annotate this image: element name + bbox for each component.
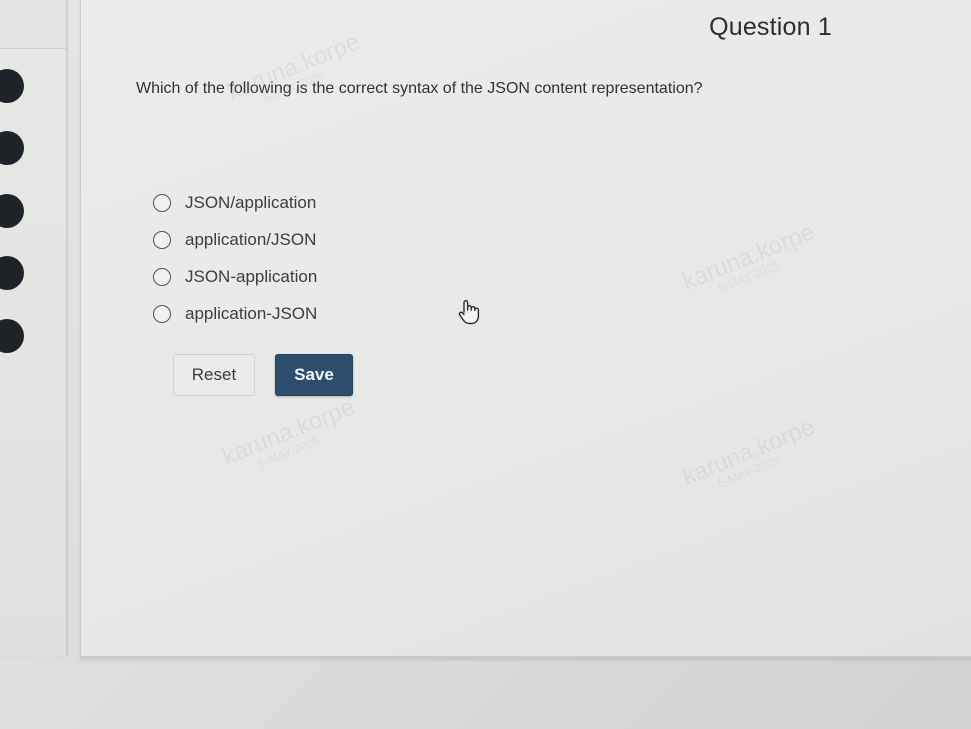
question-nav-item[interactable] [0, 131, 24, 165]
watermark: karuna.korpe 5-MAY-2025 [678, 218, 819, 296]
answer-option-2[interactable]: application/JSON [153, 221, 317, 258]
reset-button[interactable]: Reset [173, 354, 255, 396]
option-label: JSON/application [185, 192, 317, 212]
radio-button[interactable] [153, 230, 171, 249]
question-nav-item[interactable] [0, 69, 24, 103]
answer-options: JSON/application application/JSON JSON-a… [153, 184, 317, 332]
option-label: JSON-application [185, 266, 318, 286]
radio-button[interactable] [153, 193, 171, 212]
question-nav-item[interactable] [0, 256, 24, 290]
option-label: application-JSON [185, 303, 318, 323]
watermark: karuna.korpe 5-MAY-2025 [218, 393, 359, 471]
watermark: karuna.korpe 5-MAY-2025 [223, 28, 364, 106]
radio-button[interactable] [153, 304, 171, 323]
answer-option-4[interactable]: application-JSON [153, 295, 317, 332]
question-nav-item[interactable] [0, 194, 24, 228]
answer-option-3[interactable]: JSON-application [153, 258, 317, 295]
question-text: Which of the following is the correct sy… [136, 80, 703, 97]
question-nav-item[interactable] [0, 319, 24, 353]
question-title: Question 1 [709, 13, 832, 41]
option-label: application/JSON [185, 229, 317, 249]
sidebar-header [0, 0, 66, 49]
hand-pointer-icon [457, 298, 483, 331]
question-nav-sidebar [0, 0, 67, 656]
radio-button[interactable] [153, 267, 171, 286]
save-button[interactable]: Save [275, 354, 353, 396]
question-card: Question 1 Which of the following is the… [80, 0, 971, 658]
answer-option-1[interactable]: JSON/application [153, 184, 317, 221]
watermark: karuna.korpe 5-MAY-2025 [678, 413, 819, 491]
